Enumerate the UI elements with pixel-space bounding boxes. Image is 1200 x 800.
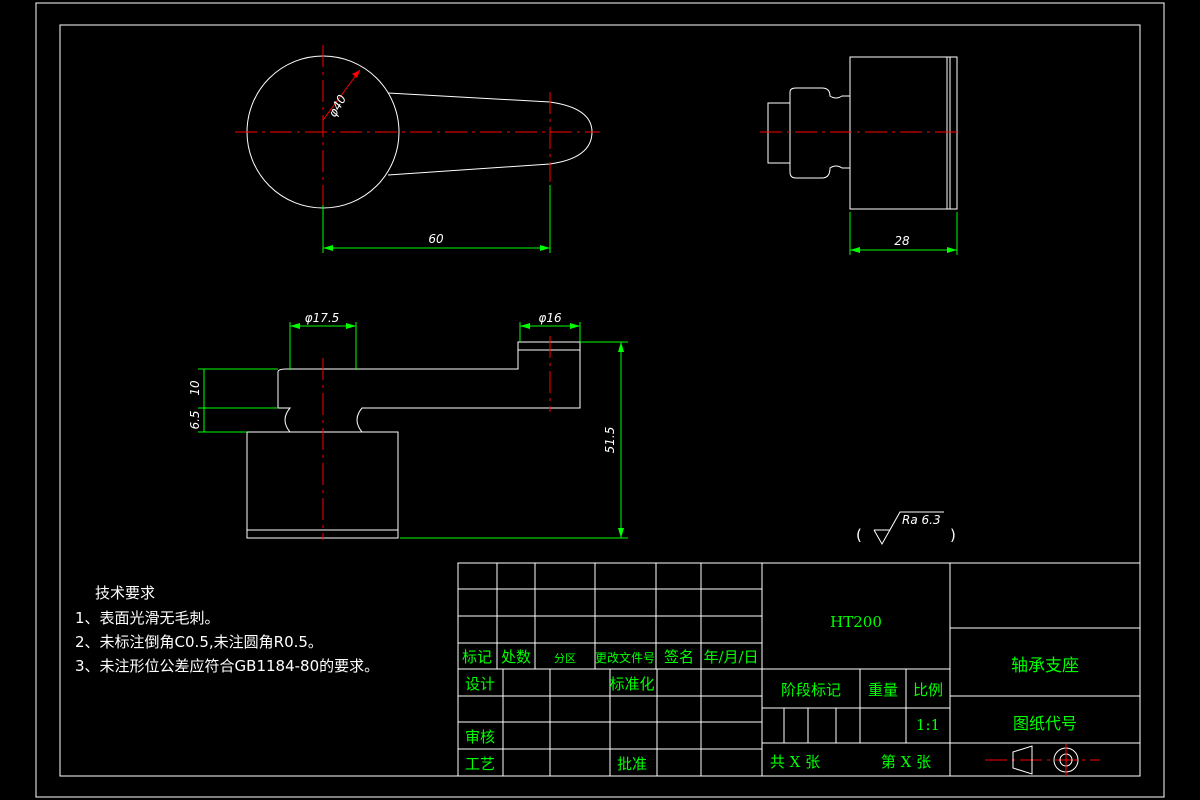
front-view: 60 φ40: [235, 45, 600, 253]
header-date: 年/月/日: [703, 648, 758, 666]
top-view: φ17.5 φ16 10 6.5 51.5: [188, 311, 628, 540]
tech-req-title: 技术要求: [95, 584, 155, 602]
label-scale: 比例: [913, 681, 943, 699]
label-weight: 重量: [868, 681, 898, 699]
label-approve: 批准: [617, 755, 647, 773]
dim-515-arrow-bottom: [618, 528, 624, 538]
side-neck: [789, 87, 851, 179]
material-value: HT200: [830, 613, 882, 631]
dim-phi175-arrow-right: [346, 323, 356, 329]
side-body: [849, 56, 951, 210]
part-name: 轴承支座: [1011, 656, 1079, 676]
label-design: 设计: [465, 675, 495, 693]
tech-req-item-1: 1、表面光滑无毛刺。: [75, 609, 220, 627]
label-review: 审核: [465, 728, 495, 746]
sheet-number: 第 X 张: [881, 753, 931, 771]
label-standardization: 标准化: [609, 675, 654, 693]
cad-drawing: 60 φ40 28 φ17.5 φ16 10 6.5 51.5 () Ra 6…: [35, 2, 1165, 798]
header-signature: 签名: [664, 648, 694, 666]
surface-finish-paren-open: (: [856, 526, 862, 544]
sheets-total: 共 X 张: [770, 753, 820, 771]
surface-finish-symbol: ( ) Ra 6.3: [856, 511, 956, 546]
dim-10-text: 10: [188, 380, 202, 396]
dim-phi175-text: φ17.5: [305, 311, 340, 325]
dim-60-arrow-right: [540, 245, 550, 251]
first-angle-projection-icon: [985, 744, 1100, 776]
surface-finish-paren-close: ): [950, 526, 956, 544]
scale-value: 1:1: [916, 716, 940, 734]
lever-arm-outline: [387, 92, 593, 176]
tech-req-item-3: 3、未注形位公差应符合GB1184-80的要求。: [75, 657, 379, 675]
dim-phi175-arrow-left: [290, 323, 300, 329]
dim-515-arrow-top: [618, 342, 624, 352]
dim-60-arrow-left: [323, 245, 333, 251]
dim-60-text: 60: [428, 232, 444, 246]
diameter-arrow: [352, 70, 360, 78]
roughness-value: Ra 6.3: [902, 513, 941, 527]
dim-phi40-text: φ40: [325, 92, 349, 119]
header-count: 处数: [501, 648, 531, 666]
dim-phi16-text: φ16: [538, 311, 562, 325]
side-face: [949, 56, 958, 210]
dim-28-arrow-left: [850, 247, 860, 253]
dim-28-arrow-right: [947, 247, 957, 253]
label-process: 工艺: [465, 755, 495, 773]
drawing-code-label: 图纸代号: [1013, 714, 1077, 733]
label-stage-mark: 阶段标记: [781, 681, 841, 699]
dim-515-text: 51.5: [603, 427, 617, 454]
title-block: 标记 处数 分区 更改文件号 签名 年/月/日 设计 标准化 审核 工艺 批准 …: [457, 562, 1141, 777]
side-boss: [767, 102, 791, 164]
header-zone: 分区: [554, 652, 576, 665]
dim-28-text: 28: [894, 234, 910, 248]
technical-requirements: 技术要求 1、表面光滑无毛刺。 2、未标注倒角C0.5,未注圆角R0.5。 3、…: [75, 584, 379, 675]
outer-border: [35, 2, 1165, 798]
side-view: 28: [760, 56, 962, 255]
header-change-doc: 更改文件号: [595, 650, 655, 665]
dim-phi16-arrow-left: [520, 323, 530, 329]
header-mark: 标记: [462, 648, 492, 666]
dim-65-text: 6.5: [188, 410, 202, 429]
tech-req-item-2: 2、未标注倒角C0.5,未注圆角R0.5。: [75, 633, 323, 651]
dim-phi16-arrow-right: [570, 323, 580, 329]
